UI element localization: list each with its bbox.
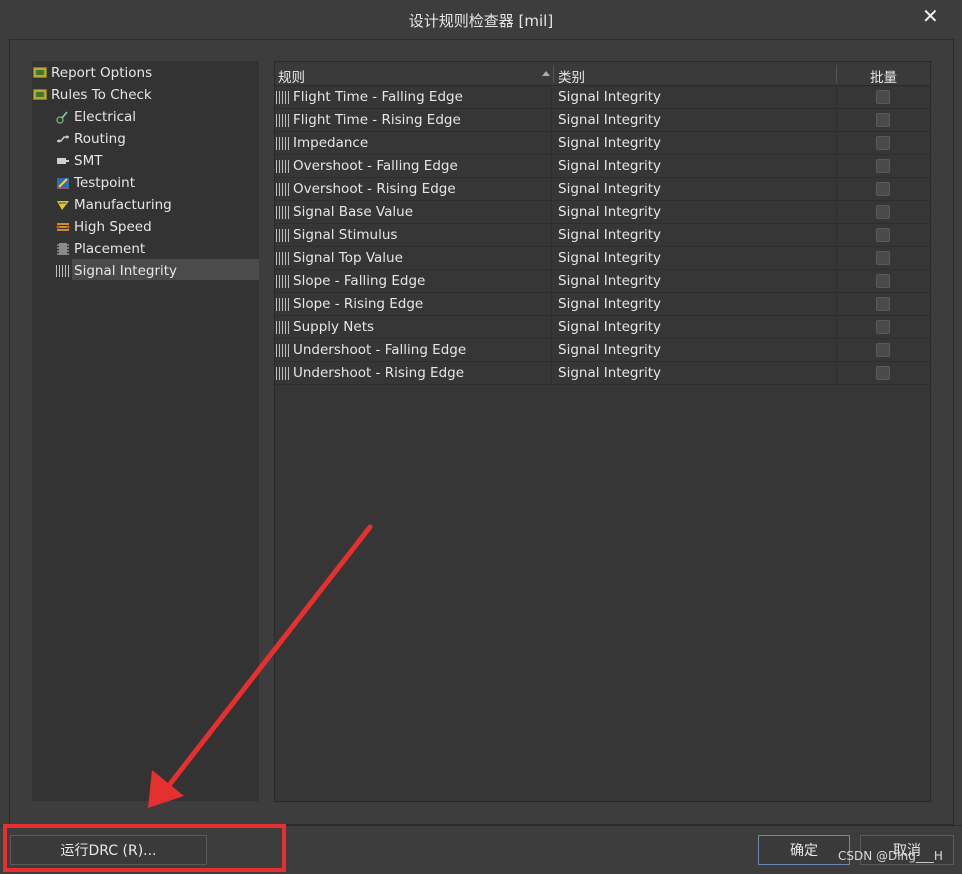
watermark: CSDN @Ding___H xyxy=(838,849,943,863)
annotation-arrow-icon xyxy=(148,524,373,808)
